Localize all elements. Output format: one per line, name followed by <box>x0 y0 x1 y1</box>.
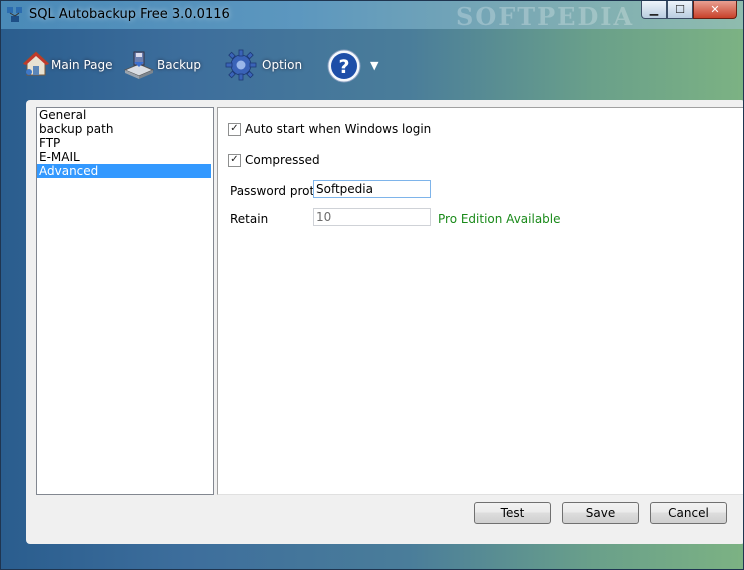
settings-nav-list[interactable]: General backup path FTP E-MAIL Advanced <box>36 107 214 495</box>
advanced-settings-panel: ✓ Auto start when Windows login ✓ Compre… <box>217 107 743 495</box>
main-panel: General backup path FTP E-MAIL Advanced … <box>26 100 743 544</box>
compressed-check-icon[interactable]: ✓ <box>228 153 241 167</box>
nav-item-email[interactable]: E-MAIL <box>37 150 213 164</box>
backup-icon <box>123 51 155 79</box>
nav-item-backup-path[interactable]: backup path <box>37 122 213 136</box>
backup-button[interactable]: Backup <box>123 45 201 85</box>
nav-item-advanced[interactable]: Advanced <box>37 164 211 178</box>
window-bottom-edge <box>1 544 743 569</box>
title-bar[interactable]: SQL Autobackup Free 3.0.0116 SOFTPEDIA ▁… <box>1 1 743 31</box>
cancel-button[interactable]: Cancel <box>650 502 727 524</box>
compressed-checkbox[interactable]: ✓ Compressed <box>228 153 320 167</box>
auto-start-check-icon[interactable]: ✓ <box>228 122 241 136</box>
backup-label: Backup <box>157 58 201 72</box>
pro-edition-notice: Pro Edition Available <box>438 212 561 226</box>
help-button[interactable]: ? <box>327 49 361 83</box>
main-page-button[interactable]: Main Page <box>23 45 113 85</box>
compressed-label: Compressed <box>245 153 320 167</box>
app-icon <box>7 7 22 22</box>
retain-input[interactable] <box>313 208 431 226</box>
house-icon <box>23 51 49 76</box>
question-mark-icon: ? <box>338 56 349 78</box>
app-window: SQL Autobackup Free 3.0.0116 SOFTPEDIA ▁… <box>0 0 744 570</box>
close-icon: ✕ <box>710 3 720 16</box>
password-protect-input[interactable] <box>313 180 431 198</box>
close-button[interactable]: ✕ <box>693 1 737 19</box>
save-button[interactable]: Save <box>562 502 639 524</box>
maximize-button[interactable]: ☐ <box>667 1 693 19</box>
minimize-icon: ▁ <box>649 3 659 16</box>
maximize-icon: ☐ <box>675 3 685 16</box>
nav-item-ftp[interactable]: FTP <box>37 136 213 150</box>
nav-item-general[interactable]: General <box>37 108 213 122</box>
main-toolbar: Main Page Backup Option ? ▼ <box>1 39 743 95</box>
window-controls: ▁ ☐ ✕ <box>641 1 737 21</box>
auto-start-checkbox[interactable]: ✓ Auto start when Windows login <box>228 122 431 136</box>
main-page-label: Main Page <box>51 58 113 72</box>
option-button[interactable]: Option <box>225 45 302 85</box>
auto-start-label: Auto start when Windows login <box>245 122 432 136</box>
help-dropdown-arrow-icon[interactable]: ▼ <box>370 59 378 72</box>
gear-icon <box>225 49 257 81</box>
option-label: Option <box>262 58 303 72</box>
test-button[interactable]: Test <box>474 502 551 524</box>
watermark-text: SOFTPEDIA <box>456 2 635 31</box>
minimize-button[interactable]: ▁ <box>641 1 667 19</box>
window-title: SQL Autobackup Free 3.0.0116 <box>29 7 230 22</box>
retain-label: Retain <box>230 212 269 226</box>
